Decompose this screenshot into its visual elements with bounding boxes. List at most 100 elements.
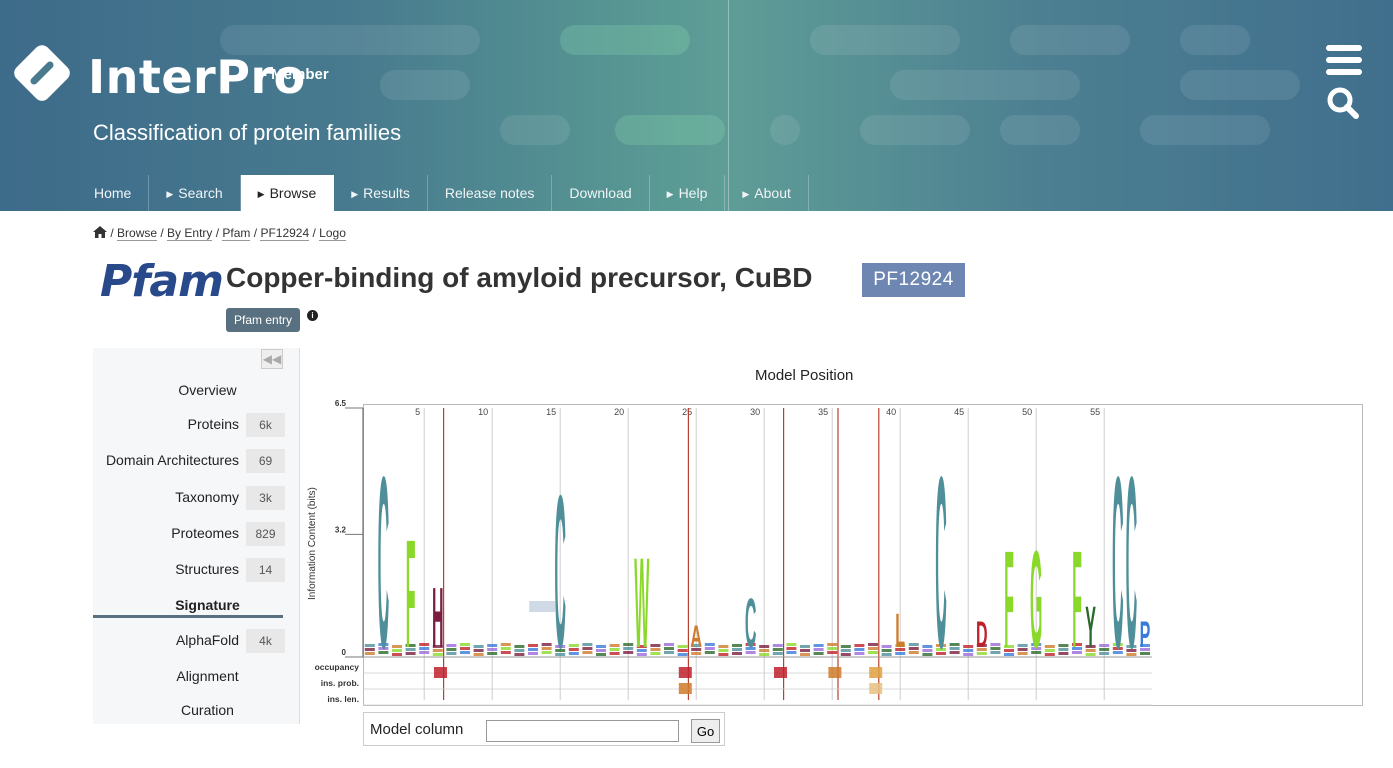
minor-residue-mark [514,649,525,652]
minor-residue-mark [1044,649,1055,652]
side-menu-item-proteins[interactable]: Proteins 6k [93,413,285,437]
minor-residue-mark [392,645,402,648]
residue-letter: A [690,619,702,654]
x-tick-label: 45 [954,407,964,417]
side-menu-item-alphafold[interactable]: AlphaFold 4k [93,629,285,653]
minor-residue-mark [500,643,511,646]
minor-residue-mark [949,651,960,654]
minor-residue-mark [854,648,865,651]
logo-cell-highlight [678,683,692,694]
caret-right-icon: ▶ [351,189,359,199]
caret-right-icon: ▶ [742,189,750,199]
minor-residue-mark [664,643,674,646]
minor-residue-mark [1044,645,1055,648]
minor-residue-mark [949,643,960,646]
minor-residue-mark [963,653,974,656]
side-menu-item-curation[interactable]: Curation [93,699,285,723]
search-icon[interactable] [1325,86,1363,120]
residue-letter: D [976,615,988,657]
minor-residue-mark [582,647,593,650]
nav-home[interactable]: Home [77,175,150,211]
count-badge: 4k [246,629,285,653]
minor-residue-mark [704,647,715,650]
minor-residue-mark [800,645,810,648]
minor-residue-mark [446,644,457,647]
nav-label: Download [569,185,632,201]
logo-cell-highlight [869,667,883,678]
minor-residue-mark [732,648,742,651]
minor-residue-mark [623,647,634,650]
minor-residue-mark [772,644,783,647]
residue-letter: H [432,571,444,666]
nav-download[interactable]: Download [552,175,650,211]
x-tick-label: 15 [546,407,556,417]
minor-residue-mark [813,648,824,651]
minor-residue-mark [908,643,919,646]
side-menu-label: Proteins [187,416,239,432]
collapse-menu-icon[interactable]: ◀◀ [261,349,283,369]
side-menu-item-taxonomy[interactable]: Taxonomy 3k [93,486,285,510]
logo-cell-highlight [678,667,692,678]
go-button[interactable]: Go [691,719,720,743]
side-menu-item-proteomes[interactable]: Proteomes 829 [93,522,285,546]
breadcrumb-by-entry[interactable]: By Entry [167,226,213,241]
minor-residue-mark [1099,644,1110,647]
home-icon[interactable] [93,226,107,238]
nav-results[interactable]: ▶ Results [334,175,428,211]
minor-residue-mark [868,643,878,646]
minor-residue-mark [650,652,661,655]
interpro-logo-icon[interactable] [12,43,72,103]
minor-residue-mark [718,649,729,652]
breadcrumb-logo[interactable]: Logo [319,226,346,241]
minor-residue-mark [392,653,402,656]
hmm-logo-title: Model Position [755,367,854,384]
residue-letter: C [1126,425,1138,699]
breadcrumb-pfam[interactable]: Pfam [222,226,251,241]
minor-residue-mark [854,652,865,655]
breadcrumb-browse[interactable]: Browse [117,226,158,241]
minor-residue-mark [609,644,620,647]
minor-residue-mark [528,648,538,651]
caret-right-icon: ▶ [166,189,174,199]
minor-residue-mark [759,645,770,648]
nav-search[interactable]: ▶ Search [149,175,241,211]
side-menu-item-domain-architectures[interactable]: Domain Architectures 69 [93,449,285,473]
side-menu-item-structures[interactable]: Structures 14 [93,558,285,582]
minor-residue-mark [623,643,634,646]
model-column-label: Model column [370,721,464,738]
minor-residue-mark [1099,648,1110,651]
nav-about[interactable]: ▶ About [725,175,809,211]
hmm-logo[interactable]: 6.5 3.2 0 Information Content (bits) 5 10 15 20… [300,395,1370,710]
nav-help[interactable]: ▶ Help [650,175,726,211]
residue-letter: C [935,425,947,699]
minor-residue-mark [664,647,674,650]
model-column-input[interactable] [486,720,679,742]
minor-residue-mark [786,647,797,650]
breadcrumb-accession[interactable]: PF12924 [260,226,310,241]
minor-residue-mark [1058,644,1069,647]
caret-right-icon: ▶ [666,189,674,199]
nav-release-notes[interactable]: Release notes [428,175,553,211]
caret-right-icon: ▶ [257,189,265,199]
minor-residue-mark [990,643,1001,646]
minor-residue-mark [446,648,457,651]
minor-residue-mark [786,651,797,654]
nav-label: Release notes [444,185,535,201]
residue-letter: F [1072,522,1082,677]
nav-browse[interactable]: ▶ Browse [240,175,335,211]
side-menu-item-overview[interactable]: Overview [93,379,285,403]
side-menu-label: Curation [181,702,234,718]
info-icon[interactable]: i [307,310,318,321]
minor-residue-mark [963,649,974,652]
divider [728,0,729,262]
minor-residue-mark [800,653,810,656]
minor-residue-mark [487,644,498,647]
nav-label: Results [363,185,410,201]
side-menu-item-alignment[interactable]: Alignment [93,665,285,689]
logo-row-label: occupancy [315,662,360,672]
x-tick-label: 55 [1090,407,1100,417]
hamburger-menu-icon[interactable] [1326,45,1362,75]
x-tick-label: 5 [415,407,420,417]
residue-letter: L [895,604,905,658]
main-nav: Home ▶ Search ▶ Browse ▶ Results Release notes D… [77,175,809,211]
